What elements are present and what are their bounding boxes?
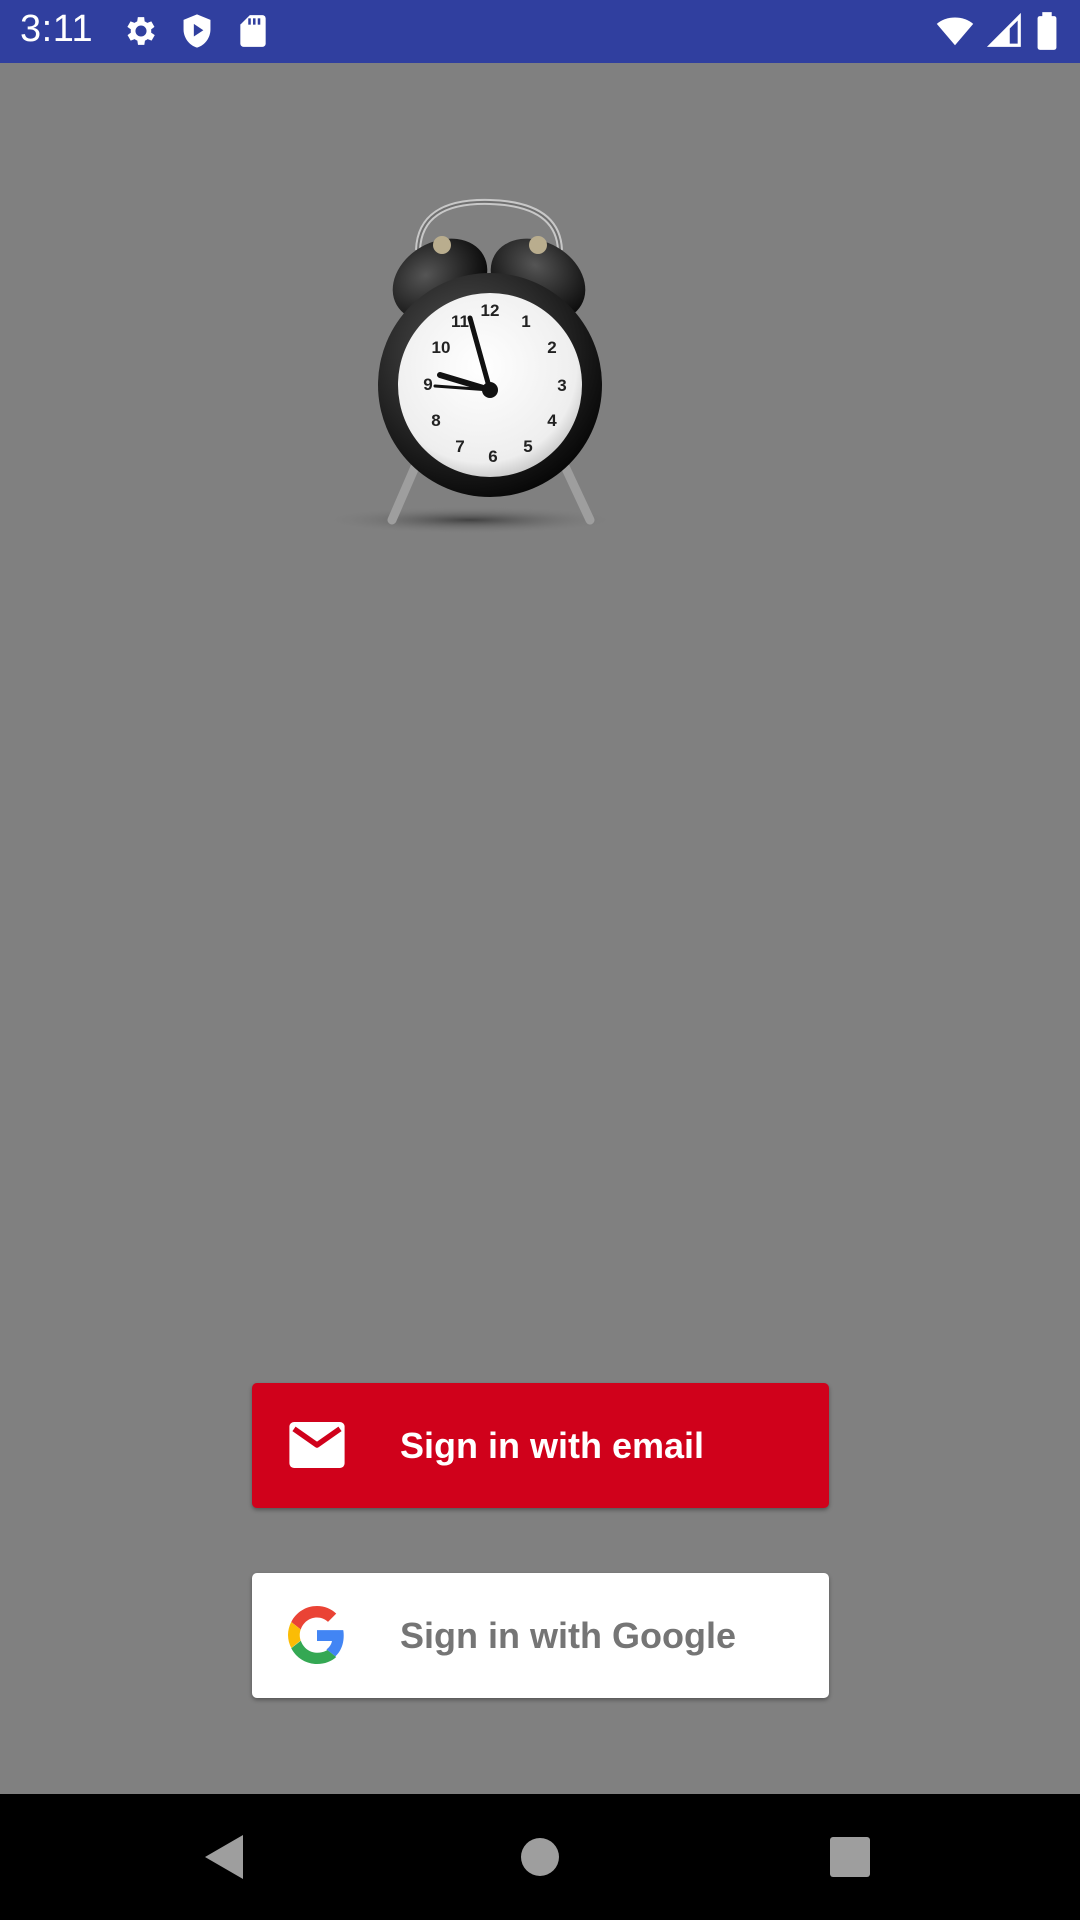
clock-number: 4 — [547, 411, 557, 430]
clock-number: 8 — [431, 411, 440, 430]
sign-in-email-label: Sign in with email — [400, 1425, 705, 1466]
clock-number: 1 — [521, 312, 530, 331]
back-icon[interactable] — [190, 1822, 260, 1892]
recents-icon[interactable] — [815, 1822, 885, 1892]
status-time: 3:11 — [20, 8, 94, 50]
signal-icon — [986, 12, 1024, 50]
clock-number: 11 — [451, 312, 469, 331]
status-right-icons — [936, 12, 1060, 50]
clock-number: 9 — [423, 375, 432, 394]
clock-number: 6 — [488, 447, 497, 466]
google-g-icon — [287, 1605, 347, 1665]
navigation-bar — [0, 1794, 1080, 1920]
play-protect-icon — [178, 12, 216, 50]
alarm-clock-image: 12 1 2 3 4 5 6 7 8 9 10 11 — [300, 190, 680, 550]
settings-gear-icon — [122, 12, 160, 50]
sign-in-screen: 3:11 12 1 2 3 4 5 6 7 8 9 10 11 Sign in … — [0, 0, 1080, 1920]
wifi-icon — [936, 12, 974, 50]
clock-number: 3 — [557, 376, 566, 395]
mail-icon — [287, 1415, 347, 1475]
clock-number: 7 — [455, 437, 464, 456]
sign-in-email-button[interactable]: Sign in with email — [252, 1383, 829, 1508]
status-bar: 3:11 — [0, 0, 1080, 63]
home-icon[interactable] — [505, 1822, 575, 1892]
clock-number: 12 — [481, 301, 500, 320]
sd-card-icon — [234, 12, 272, 50]
battery-icon — [1036, 12, 1060, 50]
clock-number: 2 — [547, 338, 556, 357]
clock-number: 10 — [432, 338, 451, 357]
status-left-icons — [122, 12, 272, 50]
sign-in-google-button[interactable]: Sign in with Google — [252, 1573, 829, 1698]
sign-in-google-label: Sign in with Google — [400, 1615, 736, 1656]
clock-number: 5 — [523, 437, 532, 456]
